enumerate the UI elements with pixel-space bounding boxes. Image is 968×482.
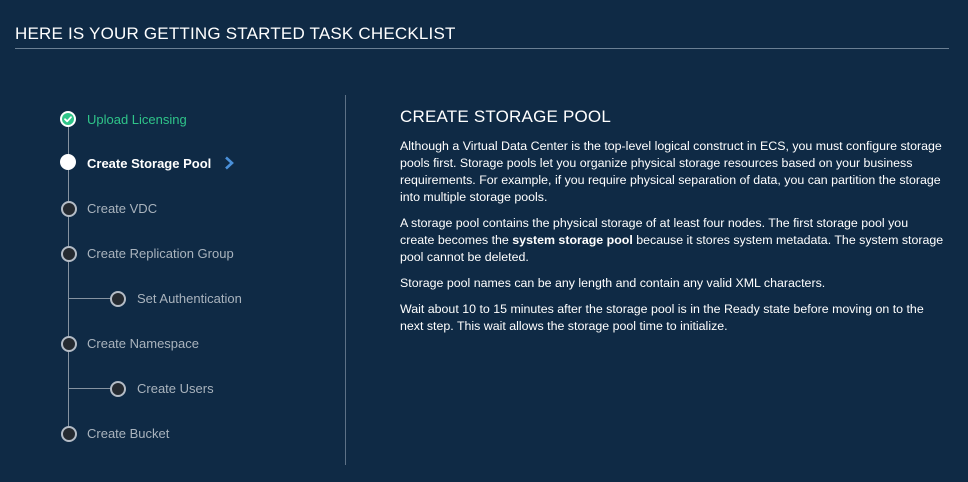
chevron-right-icon: [225, 156, 234, 170]
active-step-icon: [60, 154, 76, 170]
step-label-create-vdc: Create VDC: [87, 201, 158, 216]
step-details-panel: CREATE STORAGE POOL Although a Virtual D…: [400, 106, 945, 344]
panel-divider: [345, 95, 346, 465]
check-circle-icon: [60, 111, 76, 127]
checkmark-icon: [62, 113, 74, 125]
branch-connector-authentication: [68, 298, 112, 299]
step-details-paragraph-2: A storage pool contains the physical sto…: [400, 215, 945, 266]
step-label-upload-licensing: Upload Licensing: [87, 112, 187, 127]
step-label-create-namespace: Create Namespace: [87, 336, 199, 351]
pending-step-icon: [61, 201, 77, 217]
branch-connector-users: [68, 388, 112, 389]
step-details-title: CREATE STORAGE POOL: [400, 107, 611, 126]
pending-step-icon: [61, 426, 77, 442]
step-label-create-replication-group: Create Replication Group: [87, 246, 234, 261]
step-details-paragraph-1: Although a Virtual Data Center is the to…: [400, 139, 942, 204]
pending-step-icon: [110, 291, 126, 307]
task-checklist: Upload Licensing Create Storage Pool Cre…: [0, 0, 340, 482]
pending-step-icon: [61, 336, 77, 352]
pending-step-icon: [110, 381, 126, 397]
step-label-create-storage-pool: Create Storage Pool: [87, 156, 212, 171]
step-details-paragraph-3: Storage pool names can be any length and…: [400, 276, 826, 290]
step-label-create-users: Create Users: [137, 381, 214, 396]
system-storage-pool-term: system storage pool: [512, 233, 633, 247]
pending-step-icon: [61, 246, 77, 262]
step-label-set-authentication: Set Authentication: [137, 291, 242, 306]
step-label-create-bucket: Create Bucket: [87, 426, 170, 441]
step-details-paragraph-4: Wait about 10 to 15 minutes after the st…: [400, 302, 924, 333]
